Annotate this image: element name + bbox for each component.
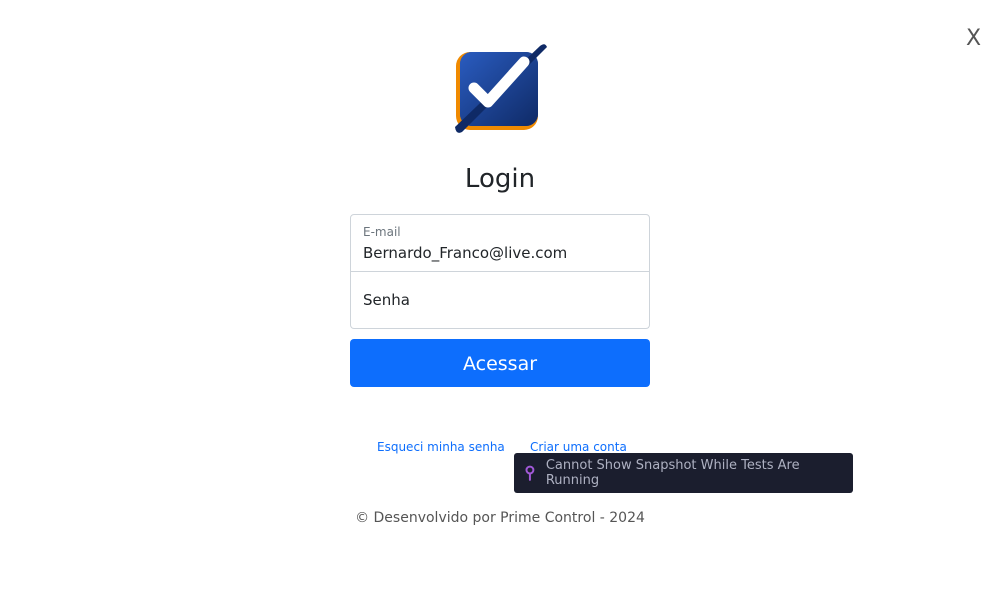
create-account-link[interactable]: Criar uma conta: [530, 440, 627, 454]
pin-icon: [525, 465, 535, 481]
email-field[interactable]: E-mail Bernardo_Franco@live.com: [350, 214, 650, 272]
email-label: E-mail: [363, 225, 401, 239]
submit-button[interactable]: Acessar: [350, 339, 650, 387]
tooltip-text: Cannot Show Snapshot While Tests Are Run…: [545, 458, 800, 488]
footer-text: © Desenvolvido por Prime Control - 2024: [355, 510, 645, 526]
checkmark-logo-icon: [455, 44, 547, 133]
login-page: X Login E-mail Bernardo_Franco@live.com …: [0, 0, 1000, 589]
login-form: E-mail Bernardo_Franco@live.com Senha: [350, 214, 650, 329]
snapshot-tooltip: Cannot Show Snapshot While Tests Are Run…: [514, 453, 853, 493]
page-title: Login: [464, 164, 536, 194]
password-placeholder: Senha: [363, 291, 410, 309]
forgot-password-link[interactable]: Esqueci minha senha: [377, 440, 505, 454]
close-button[interactable]: X: [966, 27, 981, 51]
email-value[interactable]: Bernardo_Franco@live.com: [363, 244, 567, 262]
password-field[interactable]: Senha: [350, 272, 650, 329]
